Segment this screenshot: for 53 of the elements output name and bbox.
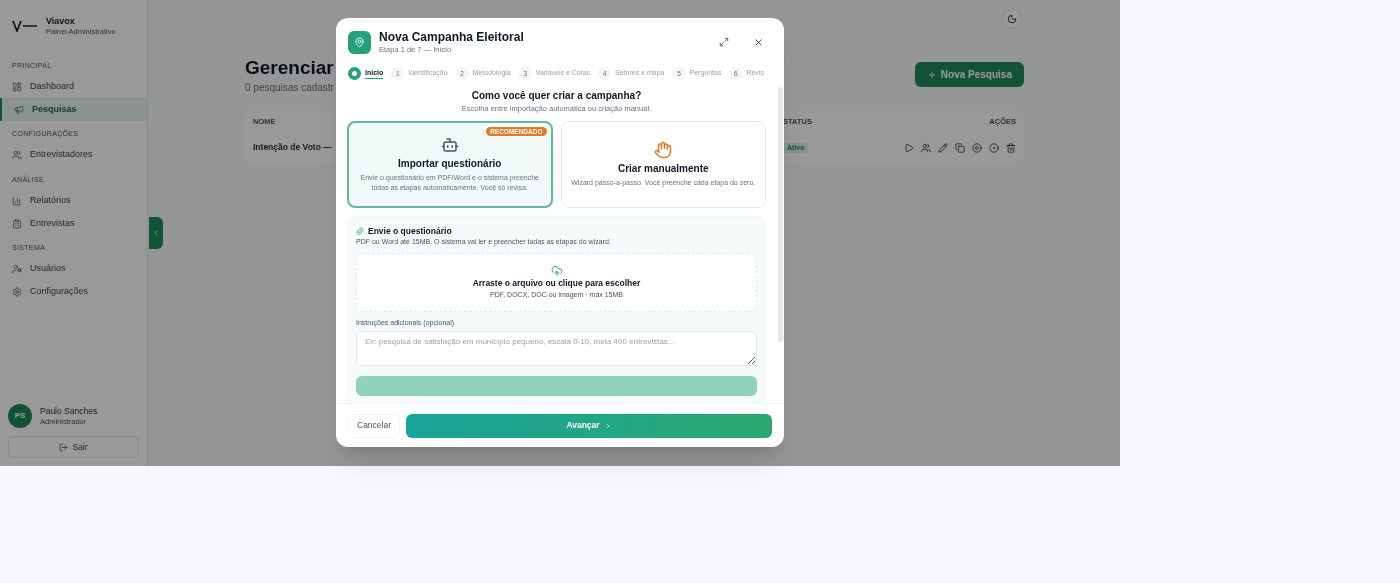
logout-button[interactable]: Sair xyxy=(8,436,139,458)
pencil-icon[interactable] xyxy=(938,142,948,153)
copy-icon[interactable] xyxy=(955,142,965,153)
map-pin-icon xyxy=(354,36,365,48)
clipboard-icon xyxy=(12,218,22,229)
dropzone-title: Arraste o arquivo ou clique para escolher xyxy=(472,276,641,290)
sidebar-item[interactable]: Configurações xyxy=(0,280,147,304)
brand-name: Viavox xyxy=(46,16,76,28)
expand-icon[interactable] xyxy=(719,37,729,48)
modal-title: Nova Campanha Eleitoral xyxy=(379,30,524,45)
sidebar-item[interactable]: Dashboard xyxy=(0,75,147,99)
settings-icon xyxy=(12,287,22,298)
dashboard-icon xyxy=(12,81,22,92)
sidebar-item[interactable]: Entrevistadores xyxy=(0,143,147,167)
page-title: Gerenciar xyxy=(245,56,334,80)
option-title: Importar questionário xyxy=(398,157,502,171)
question-heading: Como você quer criar a campanha? xyxy=(470,89,643,104)
option-title: Criar manualmente xyxy=(617,161,709,176)
circle-dot-icon[interactable] xyxy=(989,142,999,153)
logout-icon xyxy=(59,442,69,452)
next-button[interactable]: Avançar xyxy=(406,413,772,438)
hand-icon xyxy=(654,140,673,159)
upload-title: Envie o questionário xyxy=(368,224,452,238)
user-avatar: PS xyxy=(8,404,32,428)
upload-icon xyxy=(550,264,563,277)
moon-icon xyxy=(1007,14,1017,24)
trash-icon[interactable] xyxy=(1006,142,1016,153)
page-subtitle: 0 pesquisas cadastr xyxy=(245,80,334,95)
cancel-button[interactable]: Cancelar xyxy=(348,413,401,438)
circle-play-icon[interactable] xyxy=(972,142,982,153)
sidebar-item[interactable]: Usuários xyxy=(0,257,147,281)
user-name: Paulo Sanches xyxy=(40,406,98,417)
new-survey-button[interactable]: Nova Pesquisa xyxy=(914,62,1024,87)
theme-toggle[interactable] xyxy=(1002,9,1022,29)
paperclip-icon xyxy=(356,227,364,235)
play-icon[interactable] xyxy=(904,142,914,153)
instructions-field[interactable]: Ex: pesquisa de satisfação em município pequeno, escala 0-10, meta 400 entrevistas... xyxy=(356,331,757,367)
table-cell: Intenção de Voto — xyxy=(253,142,332,153)
users-icon[interactable] xyxy=(921,142,931,153)
step-number xyxy=(348,66,361,80)
megaphone-icon xyxy=(14,104,24,115)
sidebar-item[interactable]: Relatórios xyxy=(0,189,147,213)
users-icon xyxy=(12,150,22,161)
sidebar-item[interactable]: Pesquisas xyxy=(0,98,147,122)
robot-icon xyxy=(440,136,459,154)
plus-icon xyxy=(926,69,937,80)
close-icon[interactable] xyxy=(753,36,764,48)
logo-icon xyxy=(12,20,38,33)
sidebar-item[interactable]: Entrevistas xyxy=(0,212,147,236)
user-gear-icon xyxy=(12,264,22,275)
bar-chart-icon xyxy=(12,195,22,206)
chevron-left-icon xyxy=(152,229,160,237)
collapse-sidebar-button[interactable] xyxy=(149,217,163,249)
